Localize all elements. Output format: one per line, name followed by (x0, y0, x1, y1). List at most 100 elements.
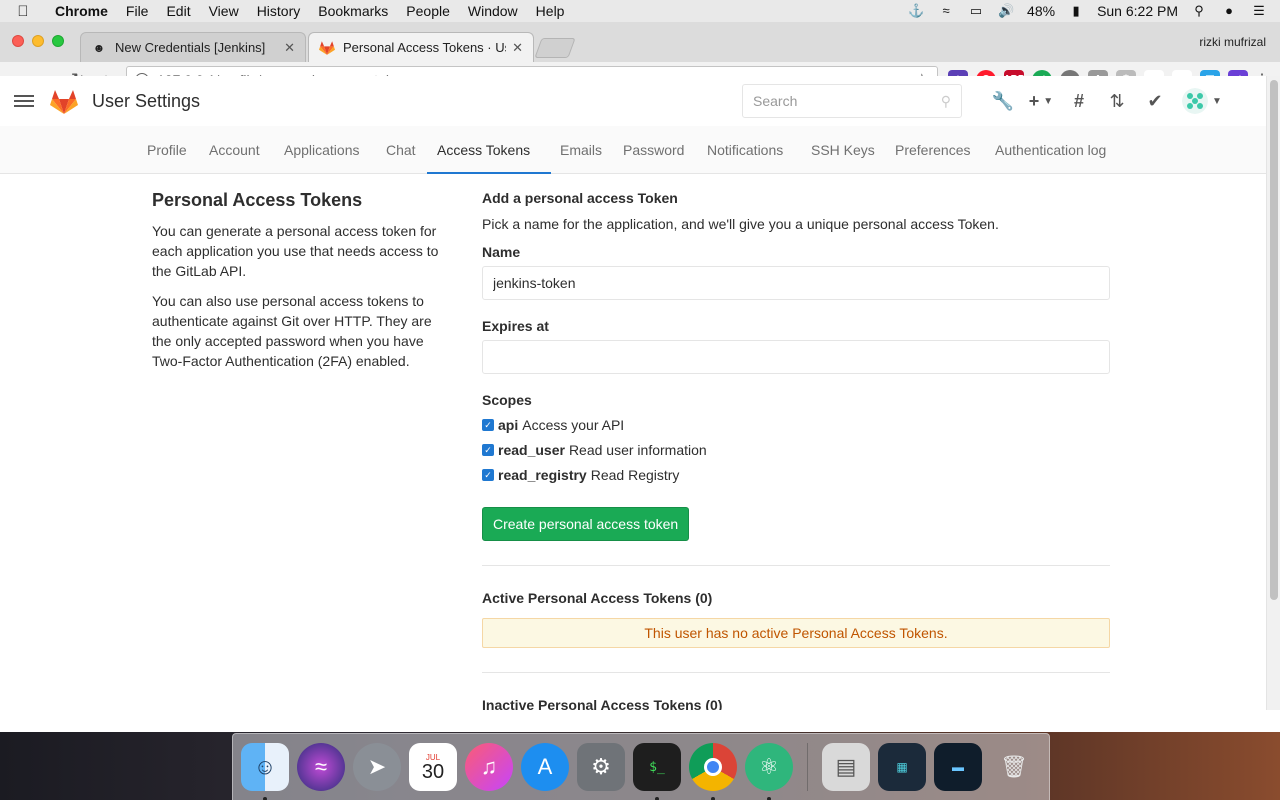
expires-label: Expires at (482, 318, 549, 334)
calendar-icon[interactable]: JUL 30 (409, 743, 457, 791)
new-plus-icon[interactable]: + ▼ (1022, 86, 1060, 116)
docker-icon[interactable]: ⚓ (907, 4, 925, 18)
jenkins-favicon-icon: ☻ (92, 40, 106, 55)
scope-desc: Access your API (522, 416, 625, 433)
chevron-down-icon[interactable]: ▼ (1212, 96, 1222, 107)
siri-icon[interactable]: ● (1220, 4, 1238, 18)
page-scrollbar[interactable] (1266, 76, 1280, 710)
no-tokens-alert: This user has no active Personal Access … (482, 618, 1110, 648)
recent-window-2-icon[interactable]: ▬ (934, 743, 982, 791)
todos-check-icon[interactable]: ✔ (1136, 86, 1174, 116)
scope-desc: Read user information (568, 441, 707, 458)
tab-jenkins[interactable]: ☻ New Credentials [Jenkins] ✕ (80, 32, 306, 62)
zoom-window-button[interactable] (52, 35, 64, 47)
macos-menu-bar:  Chrome File Edit View History Bookmark… (0, 0, 1280, 22)
form-description: Pick a name for the application, and we'… (482, 216, 999, 232)
tab-notifications[interactable]: Notifications (697, 126, 793, 174)
scope-api-checkbox[interactable]: ✓ (482, 418, 494, 431)
dock-separator (807, 743, 808, 791)
launchpad-icon[interactable]: ➤ (353, 743, 401, 791)
notification-center-icon[interactable]: ☰ (1250, 4, 1268, 18)
tab-chat[interactable]: Chat (376, 126, 426, 174)
apple-menu-icon[interactable]:  (0, 3, 46, 20)
battery-icon[interactable]: ▮ (1067, 4, 1085, 18)
scopes-label: Scopes (482, 392, 532, 408)
tab-profile[interactable]: Profile (137, 126, 197, 174)
scope-name: read_registry (498, 466, 587, 483)
calendar-day: 30 (421, 760, 445, 783)
tab-password[interactable]: Password (613, 126, 694, 174)
terminal-icon[interactable]: $_ (633, 743, 681, 800)
inactive-tokens-heading: Inactive Personal Access Tokens (0) (482, 697, 723, 710)
close-tab-icon[interactable]: ✕ (284, 40, 295, 56)
menu-bookmarks[interactable]: Bookmarks (309, 3, 397, 19)
hamburger-menu-icon[interactable] (14, 95, 34, 107)
siri-icon[interactable]: ≈ (297, 743, 345, 791)
itunes-icon[interactable]: ♫ (465, 743, 513, 791)
status-menus: ⚓ ≈ ▭ 🔊 48% ▮ Sun 6:22 PM ⚲ ● ☰ (907, 3, 1280, 19)
admin-wrench-icon[interactable]: 🔧 (984, 86, 1022, 116)
trash-icon[interactable]: 🗑 (990, 743, 1038, 791)
tab-emails[interactable]: Emails (550, 126, 612, 174)
chrome-profile-name[interactable]: rizki mufrizal (1199, 35, 1266, 49)
close-tab-icon[interactable]: ✕ (512, 40, 523, 56)
menu-window[interactable]: Window (459, 3, 527, 19)
create-token-button[interactable]: Create personal access token (482, 507, 690, 541)
search-input[interactable]: Search ⚲ (742, 84, 962, 118)
volume-icon[interactable]: 🔊 (997, 4, 1015, 18)
scope-read-user-checkbox[interactable]: ✓ (482, 443, 494, 456)
header-actions: 🔧 + ▼ # ⇅ ✔ ▼ (984, 86, 1222, 116)
scope-read-registry: ✓ read_registry Read Registry (482, 462, 1110, 487)
menu-app-chrome[interactable]: Chrome (46, 3, 117, 19)
avatar[interactable] (1182, 88, 1208, 114)
lead-paragraph-1: You can generate a personal access token… (152, 223, 439, 279)
menu-edit[interactable]: Edit (157, 3, 199, 19)
token-form: Add a personal access Token Pick a name … (482, 190, 1110, 710)
search-icon: ⚲ (940, 92, 951, 109)
downloads-stack-icon[interactable]: ▤ (822, 743, 870, 791)
tab-authentication-log[interactable]: Authentication log (985, 126, 1116, 174)
lead-column: Personal Access Tokens You can generate … (152, 190, 452, 381)
menu-people[interactable]: People (397, 3, 459, 19)
chrome-icon[interactable] (689, 743, 737, 800)
finder-icon[interactable]: ☺ (241, 743, 289, 800)
gitlab-logo-icon[interactable] (50, 88, 78, 114)
tab-title: Personal Access Tokens · User (343, 40, 507, 55)
atom-icon[interactable]: ⚛ (745, 743, 793, 800)
tab-gitlab[interactable]: Personal Access Tokens · User ✕ (308, 32, 534, 62)
app-store-icon[interactable]: A (521, 743, 569, 791)
menu-file[interactable]: File (117, 3, 158, 19)
tab-applications[interactable]: Applications (274, 126, 370, 174)
scope-read-registry-checkbox[interactable]: ✓ (482, 468, 494, 481)
divider (482, 672, 1110, 673)
scope-api: ✓ api Access your API (482, 412, 1110, 437)
menu-history[interactable]: History (248, 3, 310, 19)
tab-preferences[interactable]: Preferences (885, 126, 980, 174)
minimize-window-button[interactable] (32, 35, 44, 47)
page-title: User Settings (92, 90, 201, 111)
clock[interactable]: Sun 6:22 PM (1097, 3, 1178, 19)
tab-ssh-keys[interactable]: SSH Keys (801, 126, 885, 174)
spotlight-icon[interactable]: ⚲ (1190, 4, 1208, 18)
lead-paragraph-2: You can also use personal access tokens … (152, 293, 432, 369)
menu-help[interactable]: Help (527, 3, 574, 19)
airplay-icon[interactable]: ▭ (967, 4, 985, 18)
wifi-icon[interactable]: ≈ (937, 4, 955, 18)
tab-account[interactable]: Account (199, 126, 270, 174)
scope-name: api (498, 416, 519, 433)
system-preferences-icon[interactable]: ⚙ (577, 743, 625, 791)
name-field[interactable] (482, 266, 1110, 300)
form-heading: Add a personal access Token (482, 190, 678, 206)
menu-view[interactable]: View (200, 3, 248, 19)
new-tab-button[interactable] (534, 38, 576, 58)
divider (482, 565, 1110, 566)
battery-percent[interactable]: 48% (1027, 3, 1055, 19)
recent-window-1-icon[interactable]: ▦ (878, 743, 926, 791)
issues-hash-icon[interactable]: # (1060, 86, 1098, 116)
expires-field[interactable] (482, 340, 1110, 374)
tab-access-tokens[interactable]: Access Tokens (427, 126, 551, 174)
scrollbar-thumb[interactable] (1270, 80, 1278, 600)
merge-requests-icon[interactable]: ⇅ (1098, 86, 1136, 116)
close-window-button[interactable] (12, 35, 24, 47)
gitlab-favicon-icon (319, 40, 335, 56)
